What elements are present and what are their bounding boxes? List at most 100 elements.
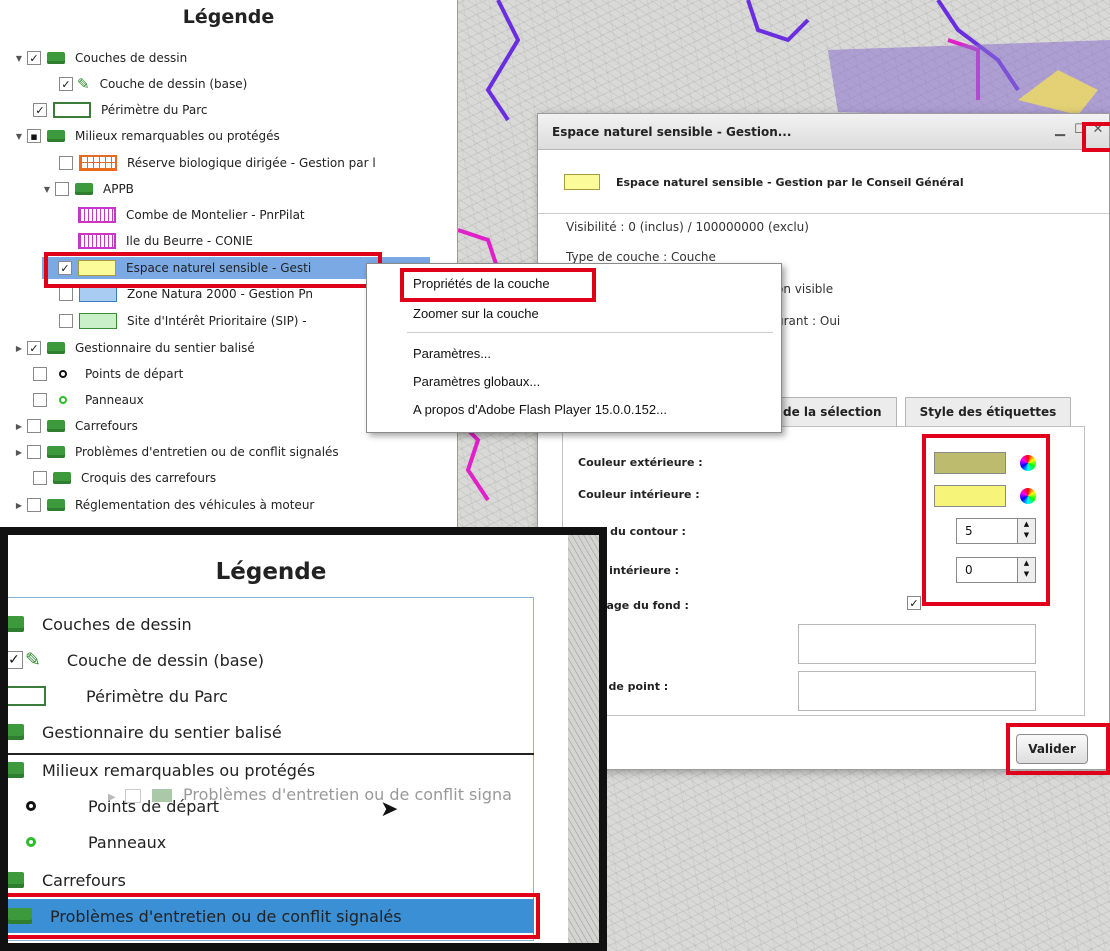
inset-row-couches-dessin[interactable]: Couches de dessin	[8, 607, 192, 641]
legend-label: Problèmes d'entretien ou de conflit sign…	[75, 445, 339, 459]
inset-legend-title: Légende	[215, 559, 327, 585]
menu-item-layer-properties[interactable]: Propriétés de la couche	[413, 276, 550, 291]
inner-width-stepper[interactable]: 0 ▲ ▼	[956, 557, 1036, 583]
inset-row-milieux[interactable]: Milieux remarquables ou protégés	[8, 753, 315, 787]
blue-swatch-icon	[79, 286, 117, 302]
inset-label: Couche de dessin (base)	[66, 650, 264, 670]
expand-toggle[interactable]: ▶	[14, 448, 24, 457]
expand-toggle[interactable]: ▶	[14, 344, 24, 353]
grid-swatch-icon	[79, 155, 117, 171]
tab-selection[interactable]: de la sélection	[768, 397, 897, 427]
layer-checkbox[interactable]: ✓	[59, 77, 73, 91]
layer-checkbox[interactable]	[27, 445, 41, 459]
stepper-arrows-icon[interactable]: ▲ ▼	[1017, 558, 1035, 582]
layer-checkbox[interactable]	[59, 287, 73, 301]
legend-label: APPB	[103, 182, 134, 196]
fill-checkbox[interactable]: ✓	[907, 596, 921, 610]
inset-row-perimetre[interactable]: Périmètre du Parc	[8, 679, 228, 713]
layer-checkbox[interactable]: ✓	[27, 51, 41, 65]
color-wheel-icon[interactable]	[1020, 455, 1036, 471]
tab-bar: de la sélection Style des étiquettes	[768, 397, 1072, 427]
legend-row-couches-dessin[interactable]: ▼ ✓ Couches de dessin	[14, 47, 187, 69]
menu-item-zoom-layer[interactable]: Zoomer sur la couche	[413, 306, 539, 321]
expand-toggle[interactable]: ▼	[14, 54, 24, 63]
maximize-icon[interactable]: ☐	[1071, 122, 1089, 140]
legend-row-reglementation[interactable]: ▶ Réglementation des véhicules à moteur	[14, 494, 314, 516]
legend-row-natura[interactable]: Zone Natura 2000 - Gestion Pn	[56, 283, 313, 305]
legend-row-reserve[interactable]: Réserve biologique dirigée - Gestion par…	[56, 152, 376, 174]
legend-label: Site d'Intérêt Prioritaire (SIP) -	[127, 314, 307, 328]
legend-row-croquis[interactable]: Croquis des carrefours	[30, 467, 216, 489]
inset-row-panneaux[interactable]: Panneaux	[26, 825, 166, 859]
info-line-3: on visible	[776, 282, 834, 296]
legend-label: Couches de dessin	[75, 51, 188, 65]
legend-label: Gestionnaire du sentier balisé	[75, 341, 255, 355]
layer-checkbox[interactable]: ✓	[33, 103, 47, 117]
menu-item-about-flash[interactable]: A propos d'Adobe Flash Player 15.0.0.152…	[413, 402, 667, 417]
sign-marker-icon	[59, 396, 67, 404]
close-icon[interactable]: ✕	[1089, 122, 1107, 140]
layer-checkbox[interactable]	[59, 156, 73, 170]
folder-icon	[8, 616, 24, 632]
legend-row-couche-dessin-base[interactable]: ✓ ✎ Couche de dessin (base)	[56, 73, 247, 95]
menu-separator	[407, 332, 773, 333]
legend-row-ile-beurre[interactable]: Ile du Beurre - CONIE	[72, 230, 253, 252]
legend-label: Panneaux	[85, 393, 144, 407]
layer-checkbox[interactable]	[33, 471, 47, 485]
menu-item-settings[interactable]: Paramètres...	[413, 346, 491, 361]
layer-checkbox[interactable]: ✓	[27, 341, 41, 355]
layer-checkbox[interactable]	[33, 367, 47, 381]
expand-toggle[interactable]: ▼	[14, 132, 24, 141]
legend-row-panneaux[interactable]: Panneaux	[30, 389, 144, 411]
field6-input[interactable]	[798, 624, 1036, 664]
layer-checkbox[interactable]	[55, 182, 69, 196]
expand-toggle[interactable]: ▼	[42, 185, 52, 194]
inner-color-swatch[interactable]	[934, 485, 1006, 507]
point-marker-icon	[26, 801, 36, 811]
yellow-swatch-icon	[564, 174, 600, 190]
legend-label: Carrefours	[75, 419, 138, 433]
legend-title: Légende	[182, 6, 275, 28]
point-symbol-input[interactable]	[798, 671, 1036, 711]
legend-label: Milieux remarquables ou protégés	[75, 129, 280, 143]
folder-icon	[8, 908, 32, 924]
legend-row-problemes[interactable]: ▶ Problèmes d'entretien ou de conflit si…	[14, 441, 339, 463]
validate-button[interactable]: Valider	[1016, 734, 1088, 764]
layer-checkbox[interactable]: ✓	[8, 651, 23, 669]
tab-label-style[interactable]: Style des étiquettes	[904, 397, 1072, 427]
inset-row-problemes[interactable]: Problèmes d'entretien ou de conflit sign…	[8, 899, 534, 933]
dialog-titlebar[interactable]: Espace naturel sensible - Gestion... ▁ ☐…	[538, 114, 1109, 150]
inset-row-gestionnaire[interactable]: Gestionnaire du sentier balisé	[8, 715, 282, 749]
legend-row-appb[interactable]: ▼ APPB	[42, 178, 134, 200]
inset-row-carrefours[interactable]: Carrefours	[8, 863, 126, 897]
legend-label: Couche de dessin (base)	[99, 77, 248, 91]
expand-toggle[interactable]: ▶	[14, 501, 24, 510]
legend-row-perimetre[interactable]: ✓ Périmètre du Parc	[30, 99, 207, 121]
menu-item-global-settings[interactable]: Paramètres globaux...	[413, 374, 540, 389]
legend-row-points-depart[interactable]: Points de départ	[30, 363, 183, 385]
layer-checkbox[interactable]: ▪	[27, 129, 41, 143]
legend-label: Points de départ	[85, 367, 184, 381]
legend-row-milieux[interactable]: ▼ ▪ Milieux remarquables ou protégés	[14, 125, 280, 147]
legend-row-sip[interactable]: Site d'Intérêt Prioritaire (SIP) -	[56, 310, 307, 332]
color-wheel-icon[interactable]	[1020, 488, 1036, 504]
layer-header: Espace naturel sensible - Gestion par le…	[538, 150, 1109, 214]
layer-checkbox[interactable]	[59, 314, 73, 328]
pencil-icon: ✎	[77, 75, 90, 93]
stepper-arrows-icon[interactable]: ▲ ▼	[1017, 519, 1035, 543]
outer-color-swatch[interactable]	[934, 452, 1006, 474]
inset-row-couche-dessin-base[interactable]: ✓ ✎ Couche de dessin (base)	[8, 643, 264, 677]
legend-row-carrefours[interactable]: ▶ Carrefours	[14, 415, 138, 437]
sign-marker-icon	[26, 837, 36, 847]
legend-row-combe[interactable]: Combe de Montelier - PnrPilat	[72, 204, 305, 226]
layer-checkbox[interactable]	[27, 419, 41, 433]
legend-row-gestionnaire[interactable]: ▶ ✓ Gestionnaire du sentier balisé	[14, 337, 255, 359]
perimeter-swatch-icon	[8, 686, 46, 706]
folder-icon	[8, 724, 24, 740]
expand-toggle[interactable]: ▶	[14, 422, 24, 431]
outline-width-stepper[interactable]: 5 ▲ ▼	[956, 518, 1036, 544]
layer-checkbox[interactable]	[33, 393, 47, 407]
layer-checkbox[interactable]	[27, 498, 41, 512]
layer-checkbox[interactable]: ✓	[58, 261, 72, 275]
minimize-icon[interactable]: ▁	[1051, 122, 1069, 140]
